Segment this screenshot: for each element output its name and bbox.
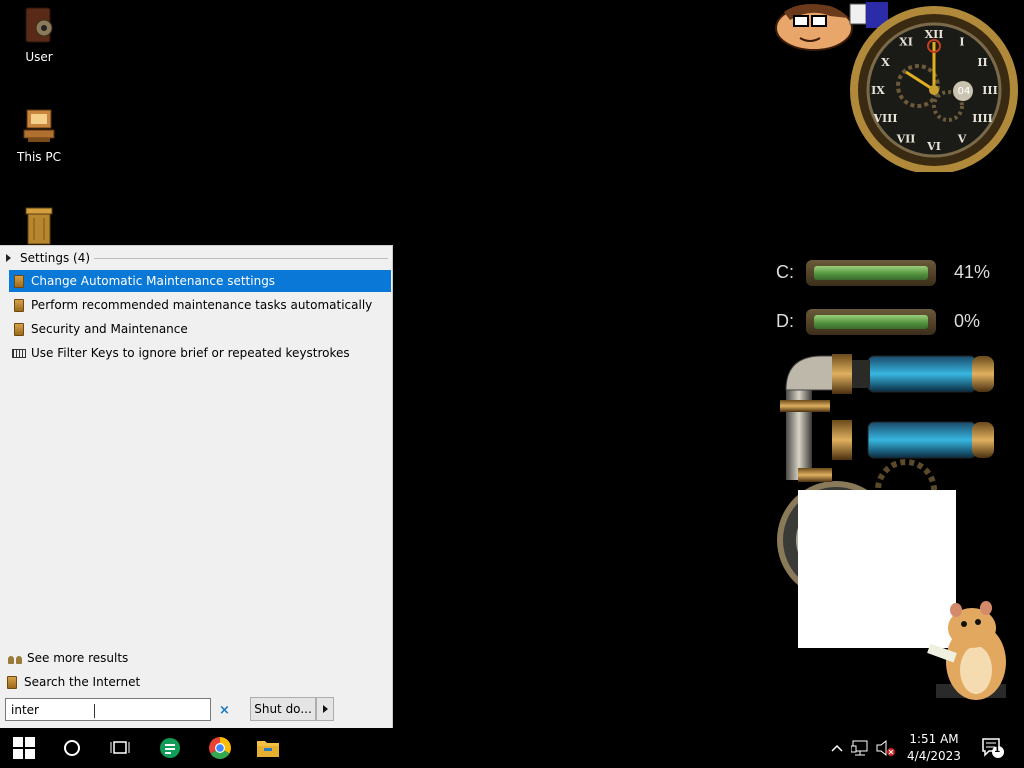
shutdown-button[interactable]: Shut do... — [250, 697, 316, 721]
notification-count-badge: 1 — [994, 745, 1001, 755]
settings-file-icon — [14, 274, 24, 288]
result-security-and-maintenance[interactable]: Security and Maintenance — [9, 318, 391, 340]
people-icon — [8, 653, 22, 664]
volume-button[interactable] — [872, 734, 898, 762]
network-disconnected-icon — [851, 740, 868, 756]
clock-numeral: III — [982, 84, 997, 97]
clock-numeral: XI — [899, 36, 913, 49]
volume-muted-icon — [876, 739, 895, 757]
desktop-icon-this-pc[interactable]: This PC — [8, 106, 70, 164]
steampunk-clock-widget: XII I II III IIII V VI VII VIII IX X XI — [848, 6, 1020, 174]
search-input[interactable] — [5, 698, 211, 721]
taskbar-app-chrome[interactable] — [206, 734, 234, 762]
clock-button[interactable]: 1:51 AM 4/4/2023 — [898, 731, 970, 765]
settings-file-icon — [14, 322, 24, 336]
cortana-circle-icon — [64, 740, 80, 756]
show-hidden-icons-button[interactable] — [824, 734, 850, 762]
result-label: Perform recommended maintenance tasks au… — [31, 298, 373, 312]
result-label: Change Automatic Maintenance settings — [31, 274, 276, 288]
sheets-icon — [160, 738, 180, 758]
expand-triangle-icon[interactable] — [6, 254, 11, 262]
settings-group-header[interactable]: Settings (4) — [6, 250, 388, 266]
taskbar-app-file-explorer[interactable] — [254, 734, 282, 762]
taskbar: 1:51 AM 4/4/2023 1 — [0, 728, 1024, 768]
user-folder-icon — [22, 6, 56, 46]
tray-date-label: 4/4/2023 — [907, 749, 961, 763]
drive-usage-bar — [806, 309, 936, 335]
tray-time-label: 1:51 AM — [909, 732, 959, 746]
text-cursor — [94, 704, 95, 718]
clock-day-label: 04 — [957, 86, 971, 97]
taskbar-app-sheets[interactable] — [156, 734, 184, 762]
hamster-widget — [916, 600, 1016, 710]
computer-icon — [22, 106, 56, 146]
drive-percent: 0% — [954, 311, 981, 331]
search-internet-link[interactable]: Search the Internet — [4, 672, 140, 692]
keyboard-icon — [12, 348, 26, 358]
drive-usage-fill — [814, 315, 928, 329]
drive-letter: D: — [776, 311, 794, 331]
drive-meter-d: D: 0% — [776, 307, 996, 337]
start-menu: Settings (4) Change Automatic Maintenanc… — [0, 245, 393, 729]
clock-numeral: XII — [925, 28, 944, 41]
clock-numeral: IIII — [972, 112, 993, 125]
desktop-icon-user[interactable]: User — [8, 6, 70, 64]
windows-logo-icon — [13, 737, 35, 759]
drive-percent: 41% — [954, 262, 991, 282]
search-internet-label: Search the Internet — [24, 675, 141, 689]
desktop-icon-label: User — [25, 50, 53, 64]
clock-numeral: VI — [926, 140, 941, 153]
see-more-results-link[interactable]: See more results — [4, 648, 128, 668]
clock-numeral: IX — [871, 84, 885, 97]
clock-numeral: X — [881, 56, 890, 69]
clock-numeral: II — [977, 56, 987, 69]
clock-numeral: VII — [896, 132, 916, 145]
drive-usage-bar — [806, 260, 936, 286]
clock-numeral: V — [957, 132, 967, 145]
chevron-right-icon — [322, 705, 328, 713]
notification-icon — [982, 738, 1004, 758]
settings-file-icon — [14, 298, 24, 312]
result-change-automatic-maintenance[interactable]: Change Automatic Maintenance settings — [9, 270, 391, 292]
network-status-button[interactable] — [848, 734, 874, 762]
clock-numeral: VIII — [873, 112, 898, 125]
task-view-icon — [110, 741, 130, 754]
shutdown-options-button[interactable] — [316, 697, 334, 721]
task-view-button[interactable] — [106, 734, 134, 762]
drive-meter-c: C: 41% — [776, 258, 996, 288]
search-button[interactable] — [58, 734, 86, 762]
result-filter-keys[interactable]: Use Filter Keys to ignore brief or repea… — [9, 342, 391, 364]
desktop-icon-label: This PC — [17, 150, 61, 164]
chevron-up-icon — [831, 744, 843, 752]
result-label: Use Filter Keys to ignore brief or repea… — [31, 346, 350, 360]
start-button[interactable] — [10, 734, 38, 762]
desktop-icon-recycle-bin[interactable] — [8, 206, 70, 250]
result-perform-maintenance-tasks[interactable]: Perform recommended maintenance tasks au… — [9, 294, 391, 316]
drive-letter: C: — [776, 262, 794, 282]
folder-icon — [257, 741, 279, 757]
see-more-label: See more results — [27, 651, 129, 665]
chrome-icon — [209, 737, 231, 759]
result-label: Security and Maintenance — [31, 322, 188, 336]
action-center-button[interactable]: 1 — [980, 734, 1006, 762]
clock-numeral: I — [959, 36, 964, 49]
group-header-label: Settings (4) — [20, 251, 91, 265]
group-divider — [94, 257, 388, 259]
recycle-bin-icon — [22, 206, 56, 246]
drive-usage-fill — [814, 266, 928, 280]
internet-file-icon — [7, 675, 17, 689]
clear-search-icon[interactable]: × — [219, 703, 230, 718]
